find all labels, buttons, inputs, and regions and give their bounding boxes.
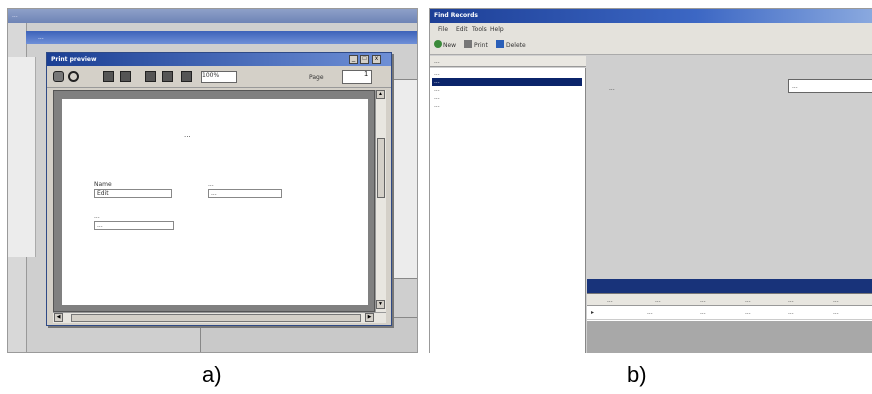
document-field-label: ... [94, 213, 100, 220]
vertical-scroll-thumb[interactable] [377, 138, 385, 198]
preview-page: ... Name Edit ... ... ... ... [62, 99, 368, 305]
menu-help[interactable]: Help [490, 26, 504, 33]
find-records-titlebar[interactable]: Find Records [430, 9, 872, 23]
outer-window-titlebar[interactable]: ... [8, 9, 417, 23]
print-preview-window: Print preview _ □ x 100% Page 1 ... Name… [46, 52, 392, 326]
document-field-label: Name [94, 181, 112, 188]
background-window-title: ... [38, 34, 44, 41]
maximize-button[interactable]: □ [360, 55, 369, 64]
window-title: Find Records [434, 12, 479, 19]
single-page-icon[interactable] [103, 71, 114, 82]
list-item[interactable]: ... [432, 102, 582, 110]
horizontal-scroll-thumb[interactable] [71, 314, 361, 322]
multi-page-icon[interactable] [145, 71, 156, 82]
scroll-up-arrow-icon[interactable]: ▲ [376, 90, 385, 99]
scroll-right-arrow-icon[interactable]: ▶ [365, 313, 374, 322]
menu-bar: File Edit Tools Help [430, 23, 872, 35]
list-item[interactable]: ... [432, 70, 582, 78]
menu-edit[interactable]: Edit [456, 26, 468, 33]
list-tabstrip[interactable]: ... [430, 56, 586, 67]
delete-icon[interactable] [496, 40, 504, 48]
two-pages-icon[interactable] [120, 71, 131, 82]
print-icon[interactable] [464, 40, 472, 48]
list-tabstrip-label: ... [434, 58, 440, 65]
document-heading: ... [184, 131, 191, 139]
minimize-button[interactable]: _ [349, 55, 358, 64]
delete-button[interactable]: Delete [506, 42, 526, 49]
zoom-icon[interactable] [68, 71, 79, 82]
grid-column-header[interactable]: ... [833, 297, 872, 304]
list-item-selected[interactable]: ... [432, 78, 582, 86]
new-icon[interactable] [434, 40, 442, 48]
screenshot-a: ... ... Print preview _ □ x 100% Page 1 [7, 8, 418, 353]
list-item[interactable]: ... [432, 94, 582, 102]
document-field-label: ... [208, 181, 214, 188]
field-label: ... [609, 85, 615, 92]
grid-column-header[interactable]: ... [788, 297, 830, 304]
table-row[interactable]: ▸ ... ... ... ... ... [587, 306, 872, 320]
caption-b: b) [627, 362, 647, 387]
close-button[interactable]: x [372, 55, 381, 64]
grid-cell: ... [745, 309, 751, 316]
row-indicator-icon: ▸ [591, 309, 595, 316]
list-item[interactable]: ... [432, 86, 582, 94]
preview-toolbar: 100% Page 1 [47, 66, 391, 88]
scroll-left-arrow-icon[interactable]: ◀ [54, 313, 63, 322]
grid-column-header[interactable]: ... [607, 297, 652, 304]
vertical-scrollbar[interactable]: ▲ ▼ [375, 90, 386, 312]
document-field-value: Edit [94, 189, 172, 198]
page-label: Page [309, 74, 324, 81]
screenshot-b: Find Records File Edit Tools Help New Pr… [429, 8, 872, 353]
grid-cell: ... [647, 309, 653, 316]
results-grid: ... ... ... ... ... ... ▸ ... ... ... ..… [587, 293, 872, 321]
caption-a: a) [202, 362, 222, 387]
page-number-input[interactable]: 1 [342, 70, 372, 84]
grid-cell: ... [700, 309, 706, 316]
new-button[interactable]: New [443, 42, 456, 49]
print-icon[interactable] [53, 71, 64, 82]
document-field-value: ... [208, 189, 282, 198]
print-preview-title: Print preview [51, 56, 97, 63]
outer-window-title: ... [12, 12, 18, 19]
preview-canvas: ... Name Edit ... ... ... ... [53, 90, 375, 312]
left-strip [8, 57, 36, 257]
status-area [587, 321, 872, 353]
horizontal-scrollbar[interactable]: ◀ ▶ [53, 312, 386, 323]
document-field-value: ... [94, 221, 174, 230]
record-list: ... ... ... ... ... [430, 68, 586, 353]
print-button[interactable]: Print [474, 42, 488, 49]
grid-column-header[interactable]: ... [745, 297, 785, 304]
scroll-down-arrow-icon[interactable]: ▼ [376, 300, 385, 309]
field-input[interactable]: ... [788, 79, 872, 93]
grid-header-row: ... ... ... ... ... ... [587, 294, 872, 306]
grid-cell: ... [833, 309, 839, 316]
four-pages-icon[interactable] [162, 71, 173, 82]
grid-column-header[interactable]: ... [700, 297, 742, 304]
background-window-titlebar[interactable]: ... [26, 31, 417, 44]
menu-file[interactable]: File [438, 26, 448, 33]
print-preview-titlebar[interactable]: Print preview _ □ x [47, 53, 391, 66]
results-grid-titlebar [587, 279, 872, 293]
menu-tools[interactable]: Tools [472, 26, 487, 33]
grid-column-header[interactable]: ... [655, 297, 697, 304]
zoom-select[interactable]: 100% [201, 71, 237, 83]
six-pages-icon[interactable] [181, 71, 192, 82]
right-panel [393, 79, 417, 279]
toolbar: New Print Delete [430, 35, 872, 55]
grid-cell: ... [788, 309, 794, 316]
